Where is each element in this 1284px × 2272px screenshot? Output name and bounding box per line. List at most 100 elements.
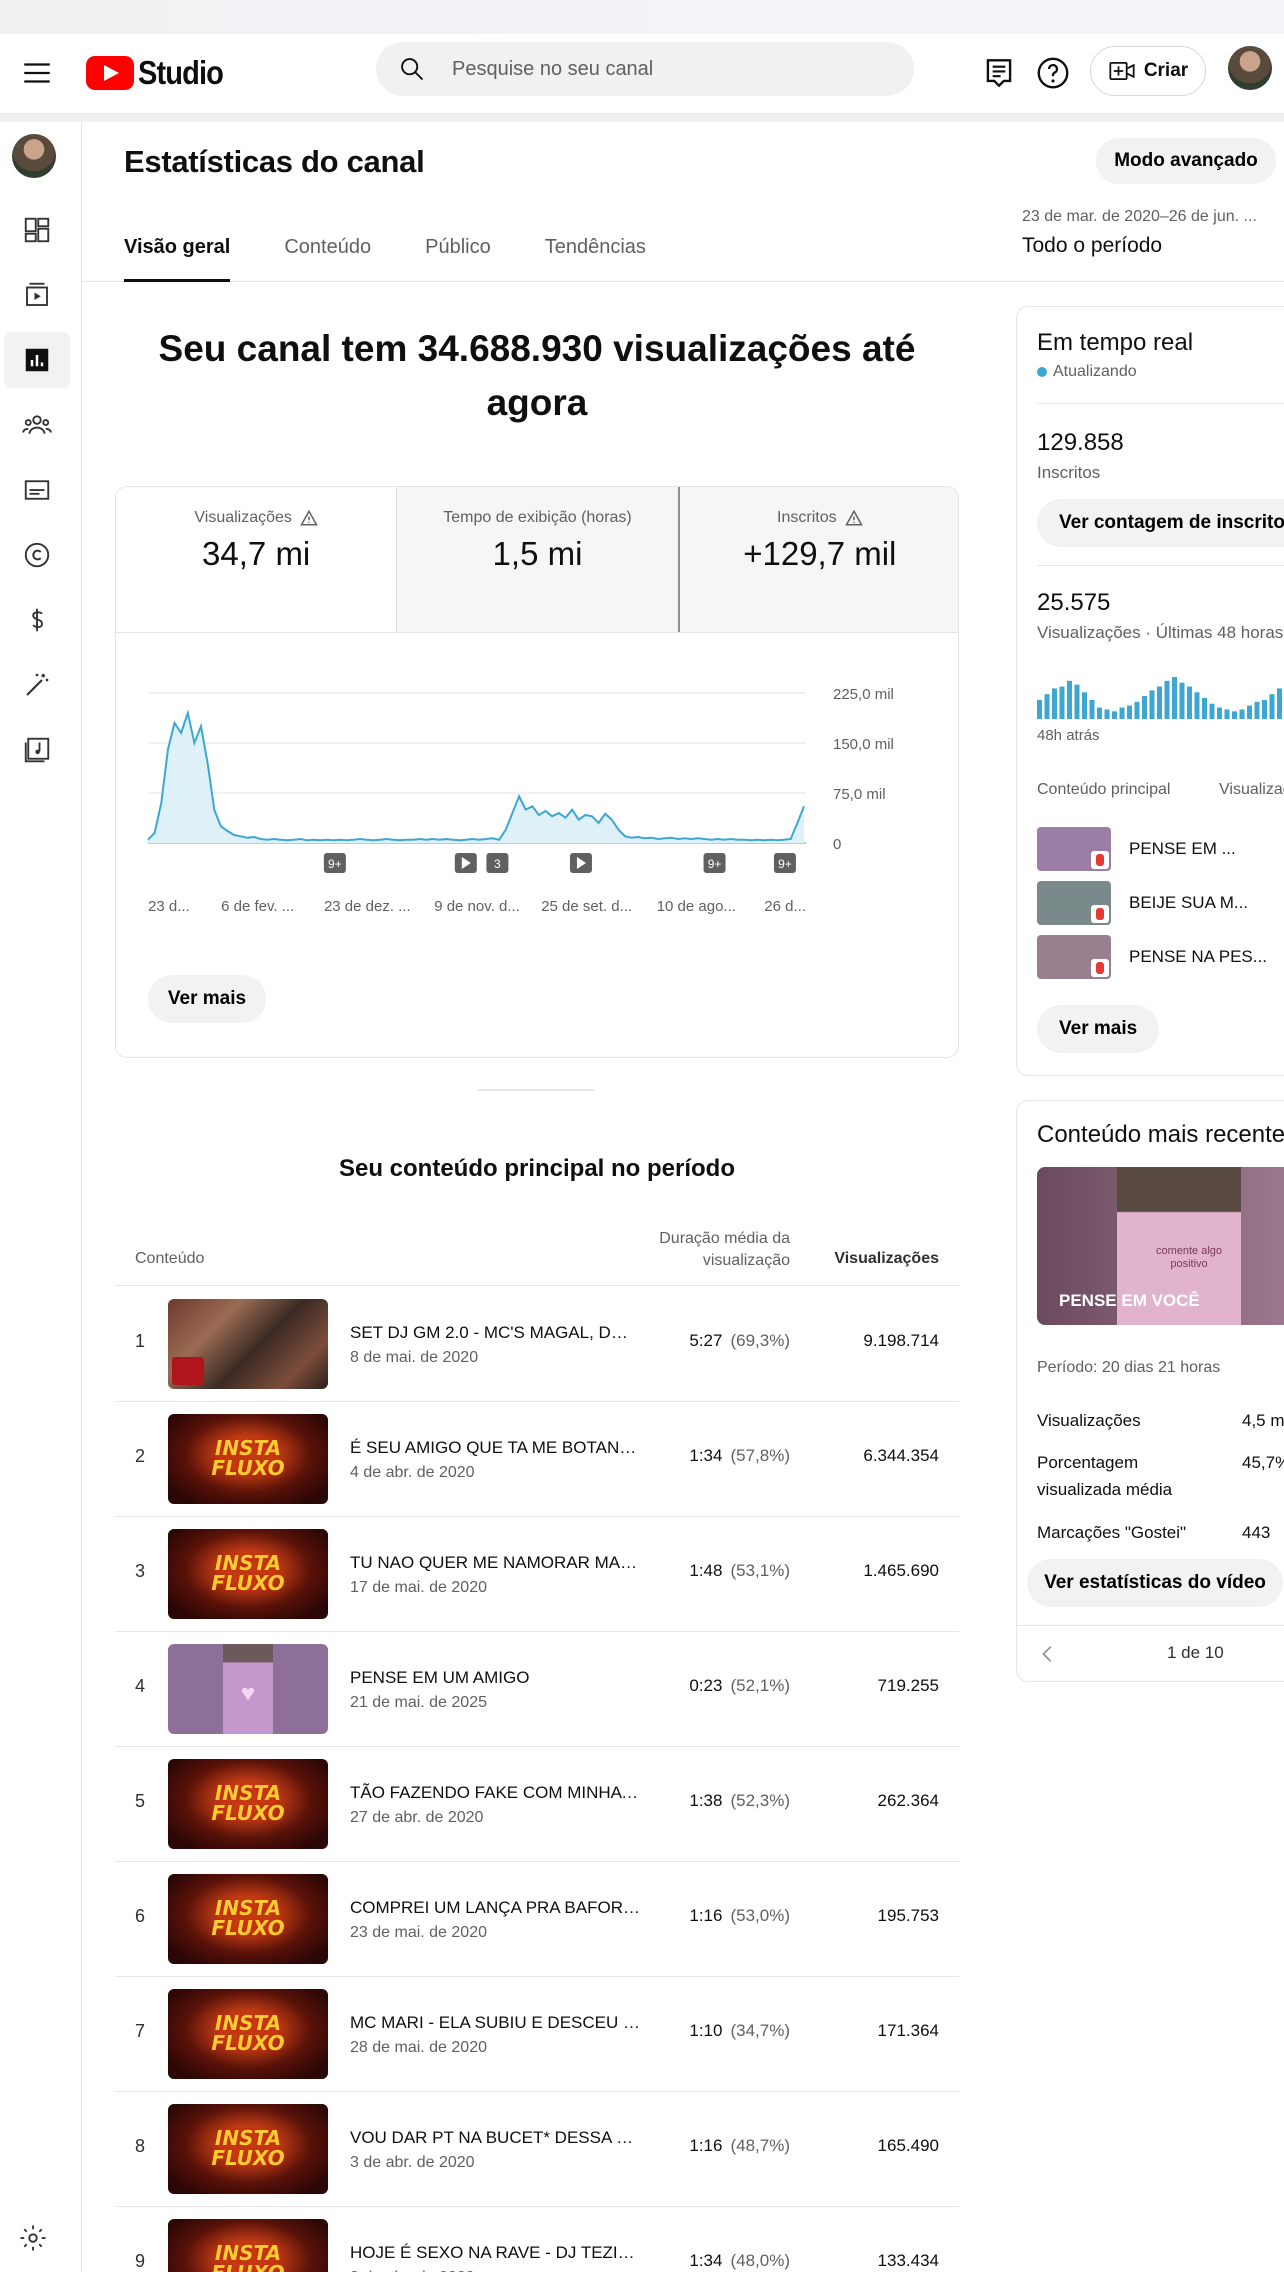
thumbnail-brand-icon (172, 1357, 204, 1385)
x-tick-label: 23 d... (148, 898, 190, 915)
video-thumbnail[interactable]: INSTA FLUXOINSTAFLUXO (168, 1989, 328, 2079)
video-stats-button[interactable]: Ver estatísticas do vídeo (1027, 1559, 1283, 1607)
realtime-subscribers-value: 129.858 (1037, 429, 1124, 456)
video-thumbnail[interactable]: ♥ (168, 1644, 328, 1734)
nav-customization[interactable] (4, 657, 70, 713)
realtime-bar (1187, 686, 1192, 719)
metric-subscribers[interactable]: Inscritos +129,7 mil (679, 487, 958, 632)
video-date: 8 de mai. de 2020 (350, 1349, 479, 1366)
youtube-studio-logo[interactable]: Studio (86, 47, 235, 99)
realtime-bar (1209, 703, 1215, 719)
tab-content[interactable]: Conteúdo (284, 218, 371, 282)
search-input[interactable] (452, 51, 892, 87)
table-row[interactable]: 1 SET DJ GM 2.0 - MC'S MAGAL, DRI... 8 d… (115, 1287, 959, 1402)
nav-content[interactable] (4, 267, 70, 323)
count-marker[interactable]: 9+ (703, 853, 726, 873)
advanced-mode-button[interactable]: Modo avançado (1096, 138, 1276, 184)
video-marker-icon[interactable] (569, 853, 592, 873)
community-icon (22, 415, 52, 434)
table-row[interactable]: 4 ♥ PENSE EM UM AMIGO 21 de mai. de 2025… (115, 1632, 959, 1747)
settings-gear-icon[interactable] (18, 2223, 48, 2253)
video-date: 21 de mai. de 2025 (350, 1694, 487, 1711)
views-headline: Seu canal tem 34.688.930 visualizações a… (158, 328, 916, 423)
duration-value: 1:10 (689, 2021, 723, 2040)
avg-duration: 1:34 (57,8%) (650, 1446, 790, 1466)
realtime-bar (1172, 677, 1177, 719)
nav-community[interactable] (4, 397, 70, 453)
table-row[interactable]: 5 INSTA FLUXOINSTAFLUXO TÃO FAZENDO FAKE… (115, 1747, 959, 1862)
create-button[interactable]: Criar (1090, 46, 1206, 96)
tab-trends[interactable]: Tendências (545, 218, 646, 282)
realtime-item[interactable]: PENSE EM ... 20 (1037, 827, 1284, 871)
col-views[interactable]: Visualizações (815, 1250, 939, 1268)
account-avatar[interactable] (1228, 46, 1272, 90)
video-title[interactable]: VOU DAR PT NA BUCET* DESSA SA... (350, 2128, 640, 2148)
video-title[interactable]: TÃO FAZENDO FAKE COM MINHA F... (350, 1783, 640, 1803)
chevron-left-icon[interactable] (1037, 1643, 1059, 1665)
video-title[interactable]: PENSE EM UM AMIGO (350, 1668, 640, 1688)
table-row[interactable]: 6 INSTA FLUXOINSTAFLUXO COMPREI UM LANÇA… (115, 1862, 959, 1977)
video-title[interactable]: É SEU AMIGO QUE TA ME BOTAND... (350, 1438, 640, 1458)
see-subscriber-count-button[interactable]: Ver contagem de inscritos (1037, 499, 1284, 547)
avg-duration: 1:34 (48,0%) (650, 2251, 790, 2271)
y-tick-label: 150,0 mil (833, 736, 894, 753)
table-row[interactable]: 3 INSTA FLUXOINSTAFLUXO TU NAO QUER ME N… (115, 1517, 959, 1632)
period-selector[interactable]: 23 de mar. de 2020–26 de jun. ... Todo o… (1022, 208, 1284, 258)
video-title[interactable]: SET DJ GM 2.0 - MC'S MAGAL, DRI... (350, 1323, 640, 1343)
recent-period: Período: 20 dias 21 horas (1037, 1359, 1221, 1376)
table-row[interactable]: 2 INSTA FLUXOINSTAFLUXO É SEU AMIGO QUE … (115, 1402, 959, 1517)
duration-percent: (53,1%) (730, 1561, 790, 1580)
header-divider (0, 114, 1284, 122)
comments-icon[interactable] (980, 54, 1018, 92)
nav-copyright[interactable] (4, 527, 70, 583)
realtime-item-name: PENSE NA PES... (1129, 947, 1267, 966)
menu-icon[interactable] (20, 56, 54, 90)
count-marker[interactable]: 3 (486, 853, 509, 873)
video-title[interactable]: HOJE É SEXO NA RAVE - DJ TEZIN... (350, 2243, 640, 2263)
stat-value: 45,7% (1242, 1453, 1284, 1472)
metric-label: Inscritos (777, 509, 837, 526)
help-icon[interactable] (1034, 54, 1072, 92)
video-thumbnail[interactable]: INSTA FLUXOINSTAFLUXO (168, 2104, 328, 2194)
x-tick-label: 25 de set. d... (541, 898, 632, 915)
create-video-icon (1109, 61, 1135, 81)
realtime-bar (1202, 698, 1207, 719)
divider (1037, 565, 1284, 566)
realtime-see-more-button[interactable]: Ver mais (1037, 1005, 1160, 1053)
nav-audio-library[interactable] (4, 722, 70, 778)
realtime-item[interactable]: BEIJE SUA M... 3 (1037, 881, 1284, 925)
realtime-bar (1082, 692, 1087, 719)
tab-overview[interactable]: Visão geral (124, 218, 231, 282)
video-title[interactable]: COMPREI UM LANÇA PRA BAFORA... (350, 1898, 640, 1918)
table-row[interactable]: 9 INSTA FLUXOINSTAFLUXO HOJE É SEXO NA R… (115, 2207, 959, 2272)
table-row[interactable]: 8 INSTA FLUXOINSTAFLUXO VOU DAR PT NA BU… (115, 2092, 959, 2207)
realtime-item[interactable]: PENSE NA PES... (1037, 935, 1284, 979)
metric-watch-time[interactable]: Tempo de exibição (horas) 1,5 mi (397, 487, 680, 632)
table-row[interactable]: 7 INSTA FLUXOINSTAFLUXO MC MARI - ELA SU… (115, 1977, 959, 2092)
col-avg-duration[interactable]: Duração média da visualização (625, 1228, 790, 1272)
tab-audience[interactable]: Público (425, 218, 491, 282)
video-thumbnail[interactable]: INSTA FLUXOINSTAFLUXO (168, 1874, 328, 1964)
nav-subtitles[interactable] (4, 462, 70, 518)
see-more-button[interactable]: Ver mais (148, 975, 266, 1023)
nav-earn[interactable] (4, 592, 70, 648)
metric-views[interactable]: Visualizações 34,7 mi (116, 487, 398, 632)
recent-video-thumbnail[interactable]: comente algo positivo PENSE EM VOCÊ (1037, 1167, 1284, 1325)
video-title[interactable]: TU NAO QUER ME NAMORAR MAS ... (350, 1553, 640, 1573)
nav-analytics[interactable] (4, 332, 70, 388)
video-title[interactable]: MC MARI - ELA SUBIU E DESCEU - T... (350, 2013, 640, 2033)
video-thumbnail[interactable] (168, 1299, 328, 1389)
realtime-bar (1104, 709, 1110, 719)
video-thumbnail[interactable]: INSTA FLUXOINSTAFLUXO (168, 1759, 328, 1849)
video-marker-icon[interactable] (454, 853, 477, 873)
metric-value: 34,7 mi (202, 535, 311, 572)
count-marker[interactable]: 9+ (773, 853, 796, 873)
search-bar[interactable] (376, 42, 914, 96)
count-marker[interactable]: 9+ (323, 853, 346, 873)
video-thumbnail[interactable]: INSTA FLUXOINSTAFLUXO (168, 1414, 328, 1504)
video-thumbnail[interactable]: INSTA FLUXOINSTAFLUXO (168, 2219, 328, 2272)
channel-avatar[interactable] (12, 134, 56, 178)
video-thumbnail[interactable]: INSTA FLUXOINSTAFLUXO (168, 1529, 328, 1619)
nav-dashboard[interactable] (4, 202, 70, 258)
x-tick-label: 6 de fev. ... (221, 898, 294, 915)
